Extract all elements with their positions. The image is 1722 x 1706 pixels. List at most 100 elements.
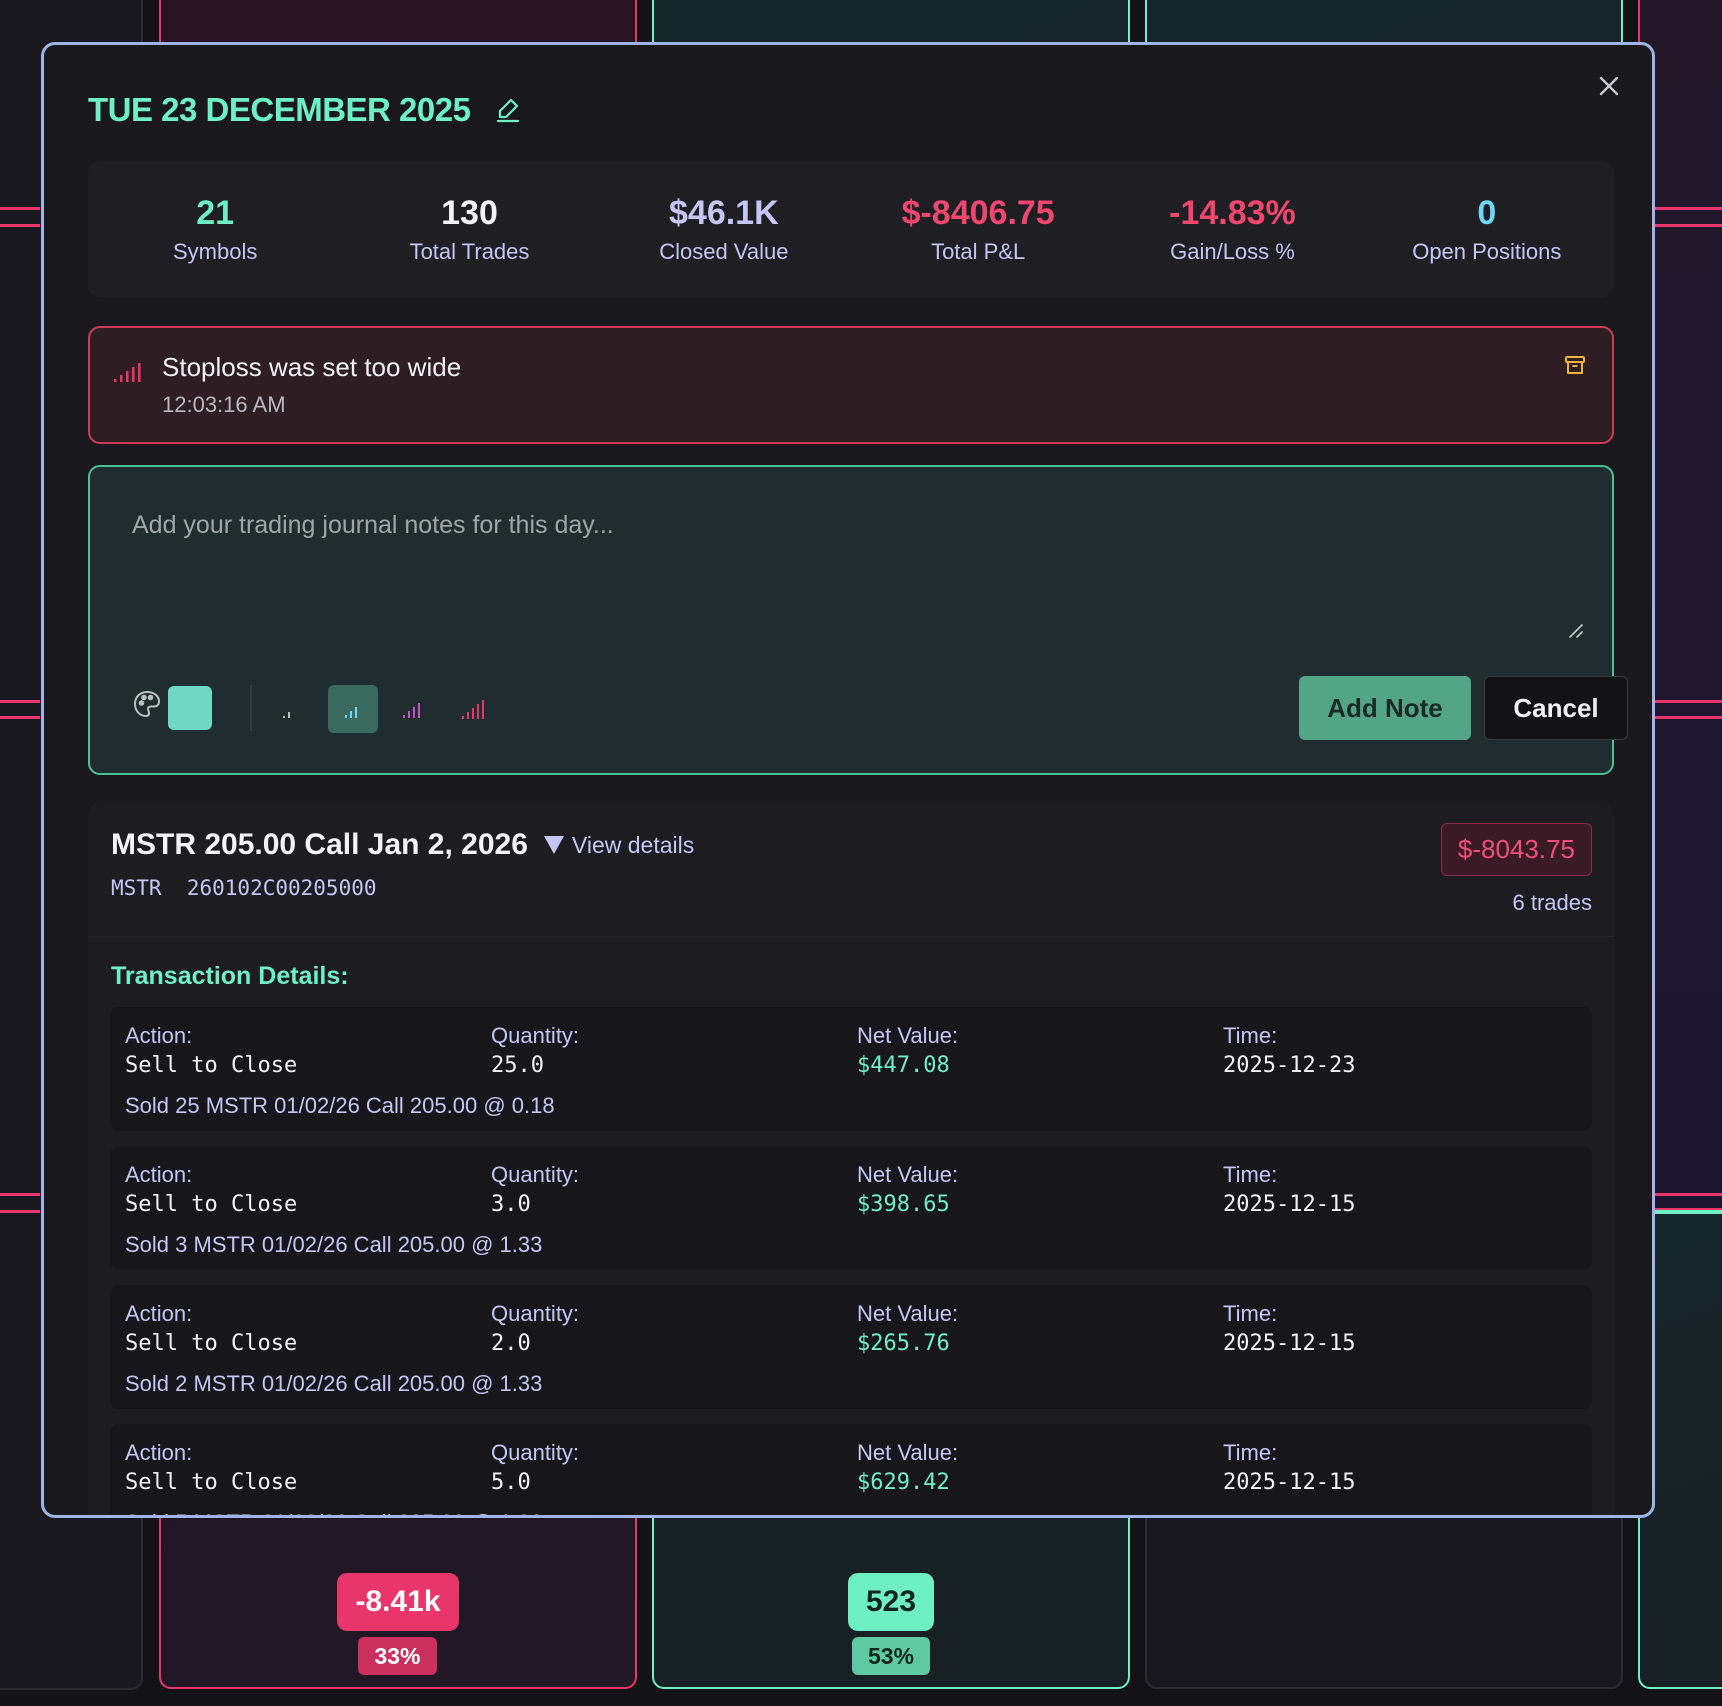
tx-value: 25.0 [491, 1053, 544, 1078]
tx-action: Action: Sell to Close [125, 1023, 297, 1078]
tx-time: Time: 2025-12-15 [1223, 1301, 1355, 1356]
calendar-divider [1655, 207, 1722, 210]
tx-description: Sold 2 MSTR 01/02/26 Call 205.00 @ 1.33 [125, 1371, 543, 1396]
stat-label: Gain/Loss % [1170, 238, 1295, 264]
tx-label: Net Value: [857, 1440, 959, 1465]
archive-icon[interactable] [1564, 354, 1586, 376]
severity-high-icon [114, 363, 141, 382]
stat-value: $-8406.75 [901, 193, 1055, 232]
stat-label: Total P&L [931, 238, 1026, 264]
tx-quantity: Quantity: 25.0 [491, 1023, 579, 1078]
tx-value: Sell to Close [125, 1053, 298, 1078]
tx-action: Action: Sell to Close [125, 1440, 297, 1495]
modal-title: TUE 23 DECEMBER 2025 [88, 91, 471, 128]
severity-option-critical[interactable] [450, 685, 500, 733]
stat-symbols: 21 Symbols [88, 161, 342, 297]
tx-value: 5.0 [491, 1470, 531, 1495]
calendar-divider [0, 1193, 40, 1196]
calendar-divider [1655, 1193, 1722, 1196]
tx-description: Sold 5 MSTR 01/02/26 Call 205.00 @ 1.26 [125, 1510, 542, 1515]
tx-quantity: Quantity: 2.0 [491, 1301, 579, 1356]
transaction-row: Action: Sell to Close Quantity: 3.0 Net … [110, 1146, 1592, 1270]
tx-value: 2025-12-15 [1223, 1470, 1356, 1495]
option-symbol: MSTR 260102C00205000 [111, 876, 377, 900]
view-details-label: View details [571, 831, 695, 858]
tx-label: Time: [1223, 1162, 1278, 1187]
stat-label: Total Trades [409, 238, 530, 264]
stat-open-positions: 0 Open Positions [1360, 161, 1614, 297]
severity-medium-icon [345, 707, 357, 718]
day-winrate-badge: 33% [358, 1637, 437, 1675]
tx-label: Time: [1223, 1301, 1278, 1326]
tx-action: Action: Sell to Close [125, 1301, 297, 1356]
tx-value: 2025-12-15 [1223, 1192, 1356, 1217]
calendar-divider [1655, 700, 1722, 703]
severity-option-medium[interactable] [328, 685, 378, 733]
edit-pen-icon[interactable] [494, 96, 522, 124]
resize-grip-icon[interactable] [1568, 623, 1584, 639]
tx-label: Net Value: [857, 1301, 959, 1326]
tx-time: Time: 2025-12-15 [1223, 1440, 1355, 1495]
note-timestamp: 12:03:16 AM [162, 392, 286, 417]
view-details-toggle[interactable]: View details [543, 831, 695, 859]
add-note-button[interactable]: Add Note [1299, 676, 1471, 740]
severity-option-high[interactable] [388, 685, 438, 733]
tx-net-value: Net Value: $398.65 [857, 1162, 958, 1217]
tx-label: Quantity: [491, 1162, 580, 1187]
day-pnl-badge: 523 [848, 1573, 934, 1631]
tx-description: Sold 3 MSTR 01/02/26 Call 205.00 @ 1.33 [125, 1232, 543, 1257]
tx-label: Time: [1223, 1440, 1278, 1465]
tx-label: Quantity: [491, 1301, 580, 1326]
palette-icon[interactable] [132, 689, 162, 719]
stat-value: $46.1K [669, 193, 779, 232]
tx-value: $265.76 [857, 1331, 950, 1356]
stat-gain-loss-pct: -14.83% Gain/Loss % [1105, 161, 1359, 297]
position-card: MSTR 205.00 Call Jan 2, 2026 View detail… [88, 802, 1614, 1515]
transaction-row: Action: Sell to Close Quantity: 2.0 Net … [110, 1285, 1592, 1409]
transaction-details-heading: Transaction Details: [111, 962, 349, 990]
tx-quantity: Quantity: 3.0 [491, 1162, 579, 1217]
note-editor: Add Note Cancel [88, 465, 1628, 775]
tx-label: Quantity: [491, 1440, 580, 1465]
journal-note-card: Stoploss was set too wide 12:03:16 AM [88, 326, 1614, 444]
transaction-row: Action: Sell to Close Quantity: 25.0 Net… [110, 1007, 1592, 1131]
modal-title-row: TUE 23 DECEMBER 2025 [88, 91, 522, 129]
tx-time: Time: 2025-12-23 [1223, 1023, 1355, 1078]
day-detail-modal: TUE 23 DECEMBER 2025 21 Symbols 130 Tota… [41, 42, 1655, 1518]
tx-value: Sell to Close [125, 1331, 298, 1356]
stat-label: Closed Value [659, 238, 789, 264]
tx-label: Quantity: [491, 1023, 580, 1048]
stat-label: Open Positions [1412, 238, 1562, 264]
position-title-row: MSTR 205.00 Call Jan 2, 2026 View detail… [111, 828, 694, 862]
transaction-row: Action: Sell to Close Quantity: 5.0 Net … [110, 1424, 1592, 1515]
position-title: MSTR 205.00 Call Jan 2, 2026 [111, 828, 528, 861]
journal-note-input[interactable] [110, 487, 1596, 641]
tx-net-value: Net Value: $447.08 [857, 1023, 958, 1078]
severity-option-low[interactable] [264, 685, 314, 733]
stat-value: 130 [441, 193, 498, 232]
stat-total-pnl: $-8406.75 Total P&L [851, 161, 1105, 297]
tx-value: 2025-12-15 [1223, 1331, 1356, 1356]
tx-quantity: Quantity: 5.0 [491, 1440, 579, 1495]
day-stats-panel: 21 Symbols 130 Total Trades $46.1K Close… [88, 161, 1614, 297]
tx-value: 2025-12-23 [1223, 1053, 1356, 1078]
divider [88, 936, 1614, 937]
stat-total-trades: 130 Total Trades [342, 161, 596, 297]
tx-value: Sell to Close [125, 1470, 298, 1495]
calendar-divider [1655, 1210, 1722, 1213]
note-color-swatch[interactable] [168, 686, 212, 730]
tx-value: Sell to Close [125, 1192, 298, 1217]
tx-net-value: Net Value: $265.76 [857, 1301, 958, 1356]
tx-label: Net Value: [857, 1162, 959, 1187]
stat-label: Symbols [172, 238, 258, 264]
tx-value: $629.42 [857, 1470, 950, 1495]
tx-value: $447.08 [857, 1053, 950, 1078]
cancel-button[interactable]: Cancel [1484, 676, 1628, 740]
position-pnl-badge: $-8043.75 [1440, 823, 1592, 876]
calendar-divider [0, 1210, 40, 1213]
tx-action: Action: Sell to Close [125, 1162, 297, 1217]
tx-value: 2.0 [491, 1331, 531, 1356]
toolbar-separator [250, 685, 252, 731]
trade-count: 6 trades [1512, 890, 1593, 915]
close-icon[interactable] [1594, 71, 1624, 101]
